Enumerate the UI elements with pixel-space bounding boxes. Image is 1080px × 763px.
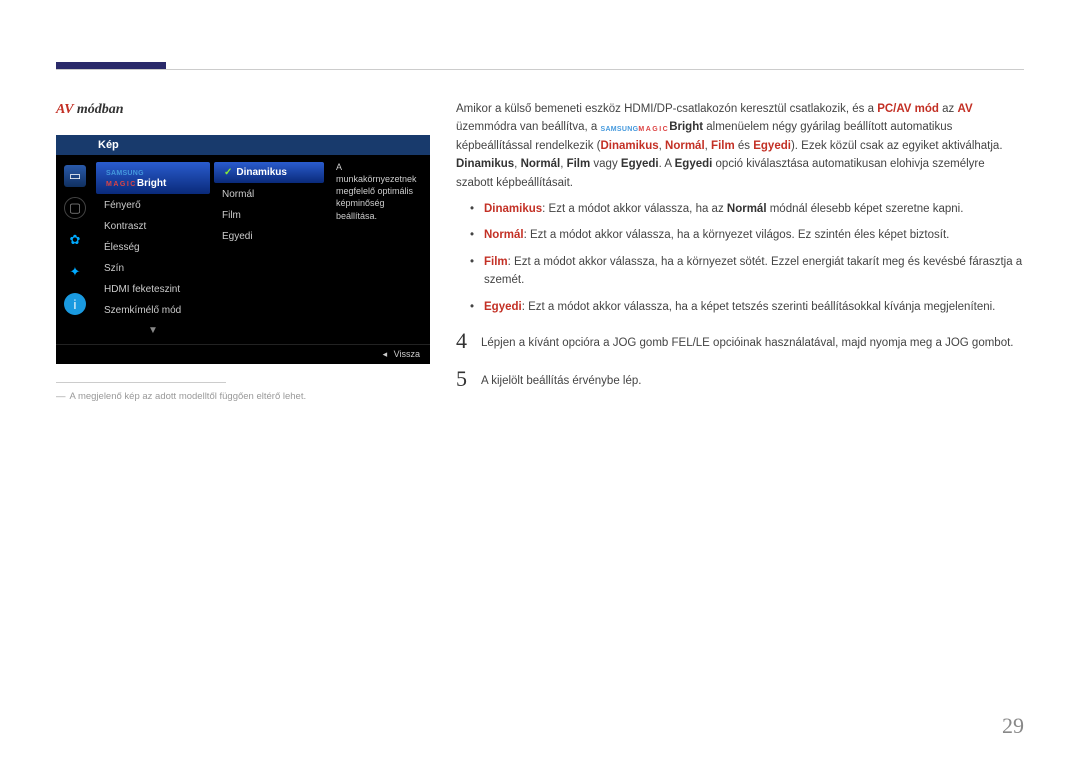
footnote: ―A megjelenő kép az adott modelltől függ… bbox=[56, 391, 430, 402]
osd-item[interactable]: Kontraszt bbox=[94, 216, 212, 237]
osd-item[interactable]: Fényerő bbox=[94, 195, 212, 216]
osd-item[interactable]: Szín bbox=[94, 258, 212, 279]
osd-menu-col1: SAMSUNG MAGICBright Fényerő Kontraszt Él… bbox=[94, 155, 212, 344]
osd-item-magicbright[interactable]: SAMSUNG MAGICBright bbox=[96, 162, 210, 194]
step-number: 5 bbox=[456, 368, 467, 390]
osd-footer: ◂ Vissza bbox=[56, 344, 430, 364]
header-line bbox=[56, 69, 1024, 70]
step-number: 4 bbox=[456, 330, 467, 352]
osd-item[interactable]: HDMI feketeszint bbox=[94, 279, 212, 300]
title-prefix: AV bbox=[56, 102, 73, 117]
mode-bullet-list: Dinamikus: Ezt a módot akkor válassza, h… bbox=[456, 200, 1024, 316]
title-suffix: módban bbox=[73, 102, 123, 117]
osd-option[interactable]: Normál bbox=[212, 184, 326, 205]
frame-icon[interactable]: ▢ bbox=[64, 197, 86, 219]
move-icon[interactable]: ✦ bbox=[64, 261, 86, 283]
osd-option-selected[interactable]: ✓Dinamikus bbox=[214, 162, 324, 183]
osd-description: A munkakörnyezetnek megfelelő optimális … bbox=[326, 155, 430, 344]
header-divider bbox=[56, 62, 1024, 70]
dash-icon: ― bbox=[56, 391, 66, 402]
step-4: 4 Lépjen a kívánt opcióra a JOG gomb FEL… bbox=[456, 330, 1024, 352]
osd-option[interactable]: Egyedi bbox=[212, 226, 326, 247]
osd-item[interactable]: Élesség bbox=[94, 237, 212, 258]
step-text: Lépjen a kívánt opcióra a JOG gomb FEL/L… bbox=[481, 330, 1024, 352]
osd-header: Kép bbox=[56, 135, 430, 155]
monitor-icon[interactable]: ▭ bbox=[64, 165, 86, 187]
section-title: AV módban bbox=[56, 100, 430, 118]
osd-option[interactable]: Film bbox=[212, 205, 326, 226]
intro-paragraph: Amikor a külső bemeneti eszköz HDMI/DP-c… bbox=[456, 100, 1024, 192]
osd-menu-col2: ✓Dinamikus Normál Film Egyedi bbox=[212, 155, 326, 344]
step-text: A kijelölt beállítás érvénybe lép. bbox=[481, 368, 1024, 390]
note-divider bbox=[56, 382, 226, 383]
settings-icon[interactable]: ✿ bbox=[64, 229, 86, 251]
scroll-down-icon[interactable]: ▼ bbox=[94, 325, 212, 338]
info-icon[interactable]: i bbox=[64, 293, 86, 315]
check-icon: ✓ bbox=[224, 167, 232, 178]
list-item: Normál: Ezt a módot akkor válassza, ha a… bbox=[456, 226, 1024, 244]
back-label[interactable]: Vissza bbox=[394, 349, 420, 359]
step-5: 5 A kijelölt beállítás érvénybe lép. bbox=[456, 368, 1024, 390]
page-number: 29 bbox=[1002, 713, 1024, 739]
body-text: Amikor a külső bemeneti eszköz HDMI/DP-c… bbox=[456, 100, 1024, 407]
osd-panel: Kép ▭ ▢ ✿ ✦ i SAMSUNG MAGICBright bbox=[56, 135, 430, 364]
list-item: Film: Ezt a módot akkor válassza, ha a k… bbox=[456, 253, 1024, 290]
osd-item[interactable]: Szemkímélő mód bbox=[94, 300, 212, 321]
back-arrow-icon[interactable]: ◂ bbox=[383, 349, 388, 359]
list-item: Dinamikus: Ezt a módot akkor válassza, h… bbox=[456, 200, 1024, 218]
list-item: Egyedi: Ezt a módot akkor válassza, ha a… bbox=[456, 298, 1024, 316]
osd-sidebar-icons: ▭ ▢ ✿ ✦ i bbox=[56, 155, 94, 344]
